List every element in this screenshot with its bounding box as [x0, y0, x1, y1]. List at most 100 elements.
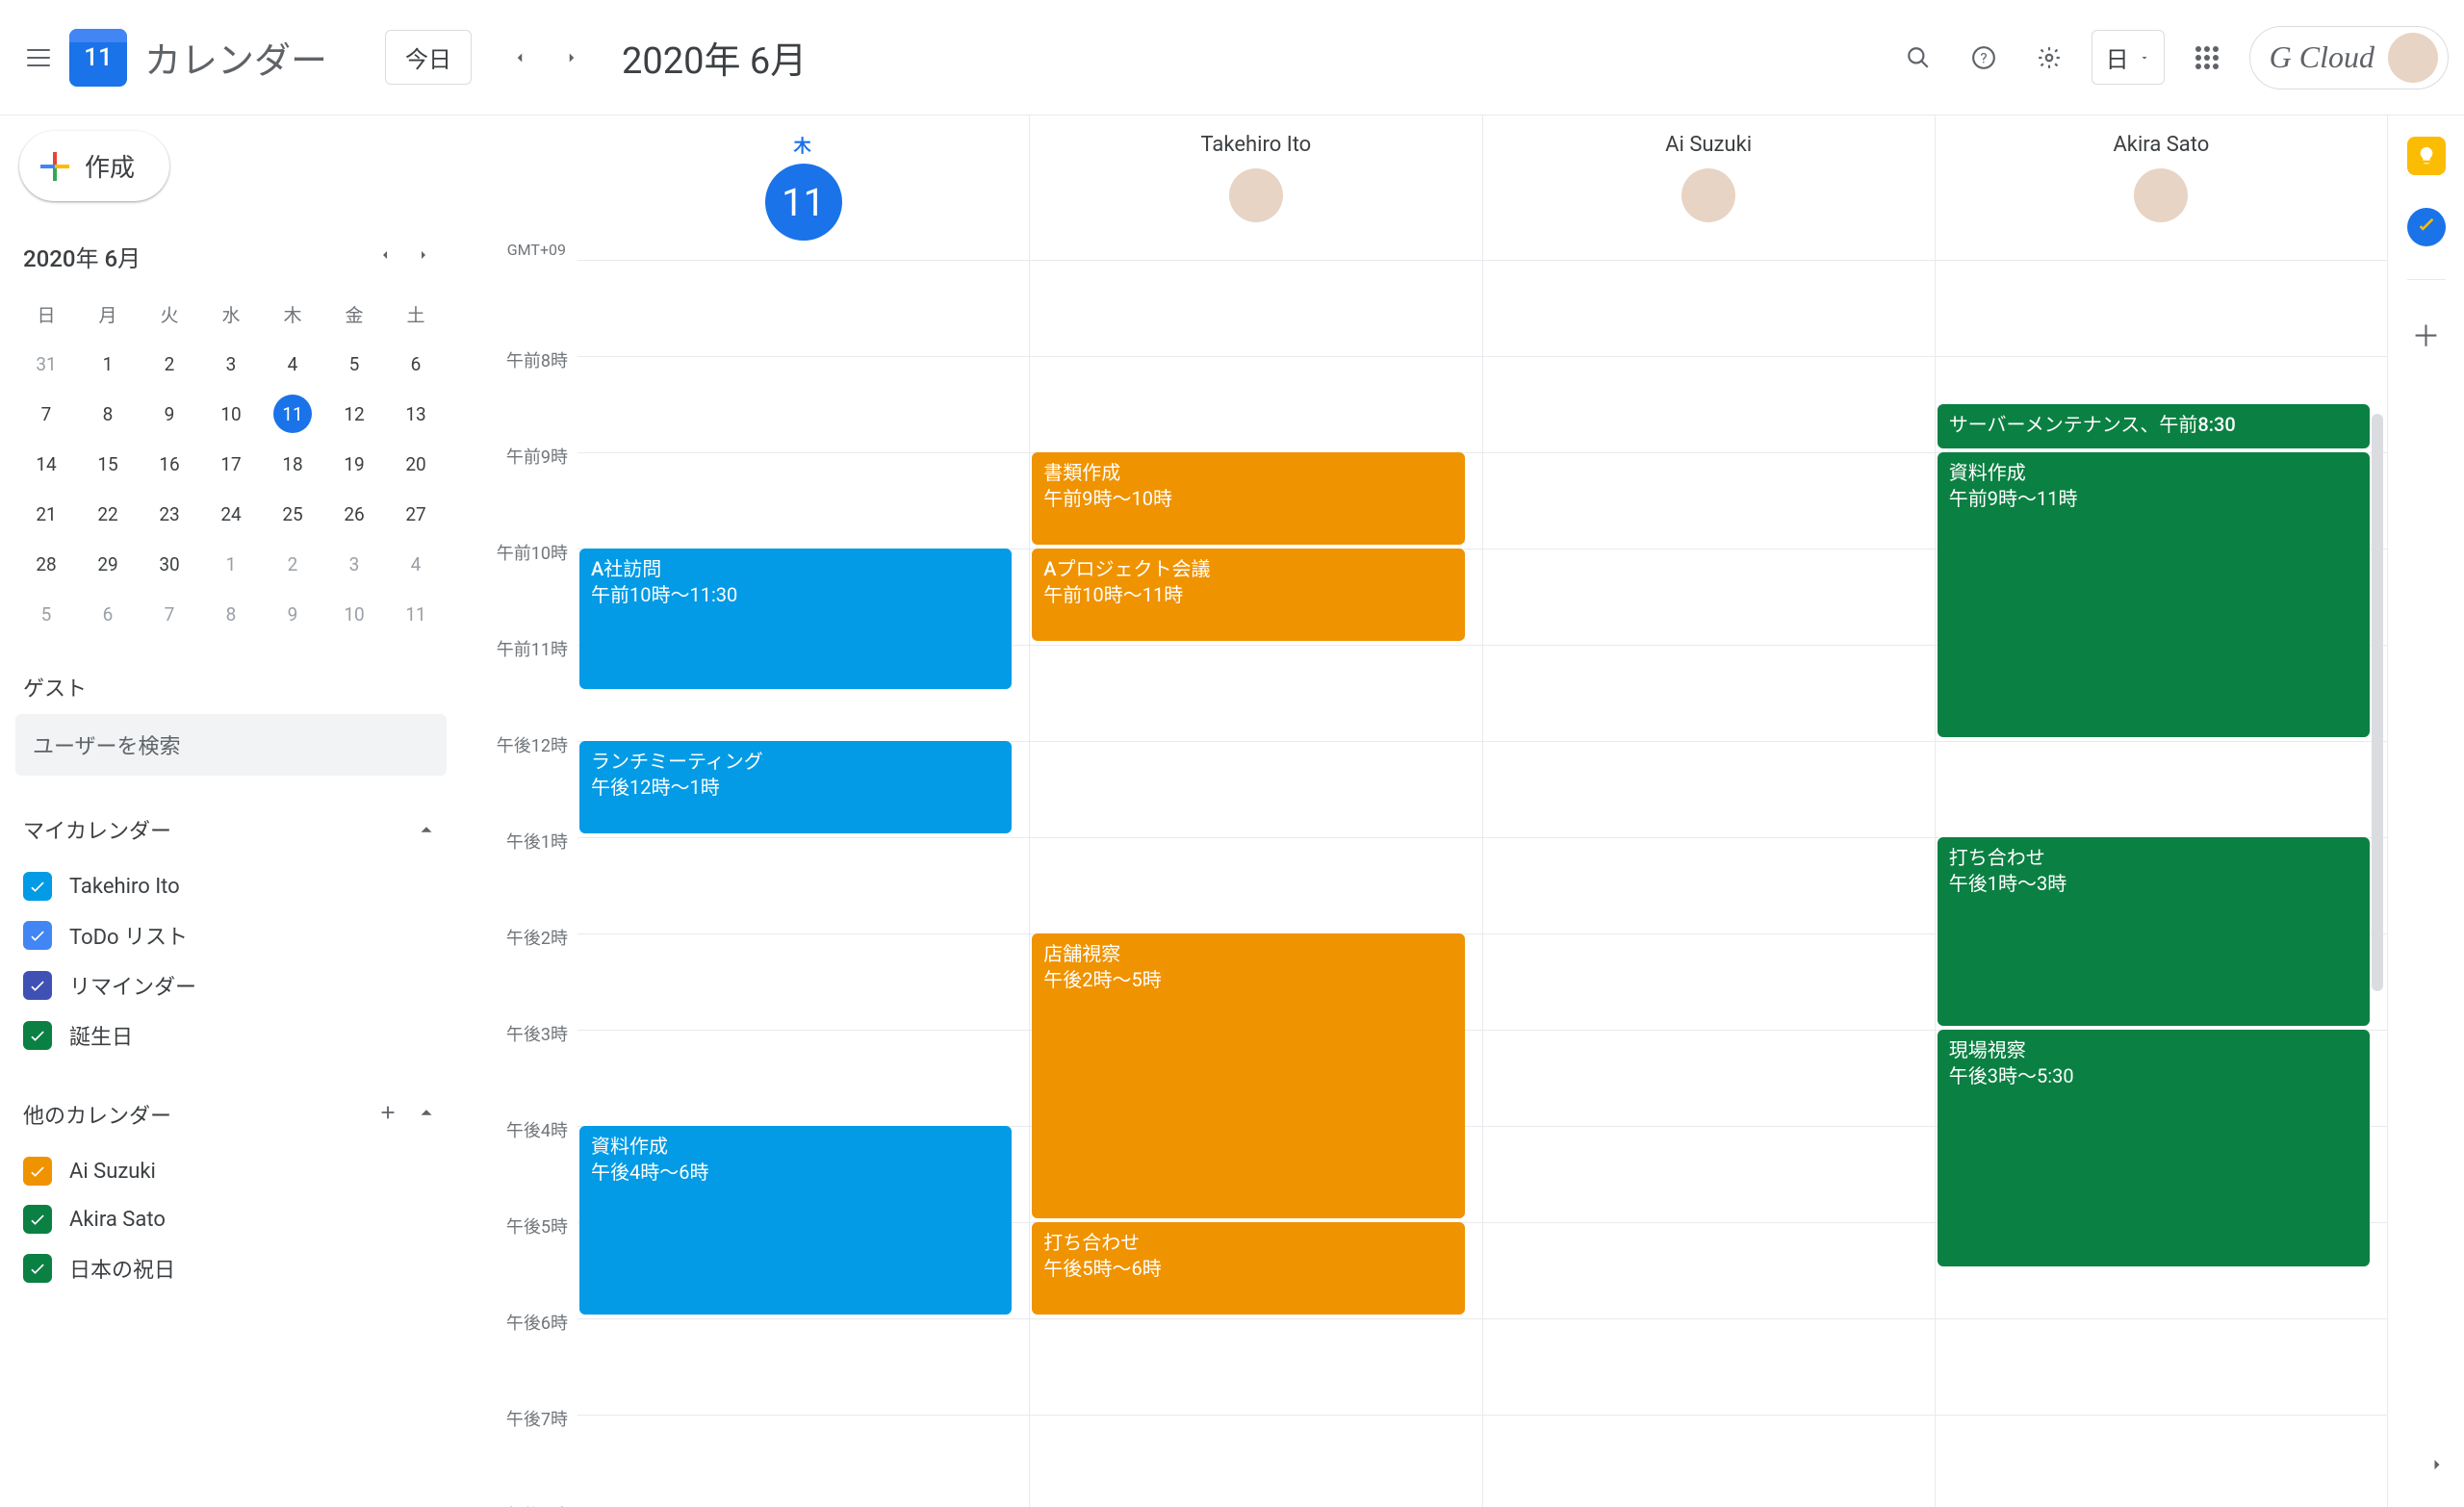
mini-next-button[interactable] — [416, 247, 431, 267]
calendar-event[interactable]: A社訪問午前10時～11:30 — [579, 549, 1012, 689]
mini-day[interactable]: 31 — [15, 339, 77, 389]
calendar-event[interactable]: ランチミーティング午後12時～1時 — [579, 741, 1012, 833]
calendar-checkbox[interactable] — [23, 1205, 52, 1234]
mini-day[interactable]: 9 — [139, 389, 200, 439]
guest-search-input[interactable]: ユーザーを検索 — [15, 714, 447, 776]
calendar-event[interactable]: 書類作成午前9時～10時 — [1032, 452, 1464, 545]
calendar-item[interactable]: Ai Suzuki — [15, 1147, 447, 1195]
mini-day[interactable]: 6 — [77, 589, 139, 639]
calendar-event[interactable]: 打ち合わせ午後5時～6時 — [1032, 1222, 1464, 1315]
calendar-event[interactable]: 資料作成午後4時～6時 — [579, 1126, 1012, 1315]
calendar-event[interactable]: サーバーメンテナンス、午前8:30 — [1938, 404, 2370, 448]
mini-day[interactable]: 1 — [77, 339, 139, 389]
mini-day[interactable]: 5 — [15, 589, 77, 639]
calendar-checkbox[interactable] — [23, 1021, 52, 1050]
mini-day[interactable]: 3 — [323, 539, 385, 589]
my-calendars-toggle[interactable]: マイカレンダー — [15, 814, 447, 845]
calendar-checkbox[interactable] — [23, 1157, 52, 1186]
calendar-item[interactable]: 日本の祝日 — [15, 1243, 447, 1293]
mini-day[interactable]: 1 — [200, 539, 262, 589]
calendar-item[interactable]: ToDo リスト — [15, 910, 447, 960]
account-chip[interactable]: G Cloud — [2249, 26, 2449, 89]
calendar-item[interactable]: リマインダー — [15, 960, 447, 1010]
mini-day[interactable]: 28 — [15, 539, 77, 589]
calendar-event[interactable]: 現場視察午後3時～5:30 — [1938, 1030, 2370, 1266]
tasks-button[interactable] — [2407, 208, 2446, 246]
next-period-button[interactable] — [551, 37, 593, 79]
mini-day[interactable]: 4 — [385, 539, 447, 589]
calendar-checkbox[interactable] — [23, 921, 52, 950]
help-button[interactable]: ? — [1961, 35, 2007, 81]
mini-day[interactable]: 25 — [262, 489, 323, 539]
collapse-panel-button[interactable] — [2427, 1455, 2447, 1478]
mini-day[interactable]: 21 — [15, 489, 77, 539]
mini-day[interactable]: 27 — [385, 489, 447, 539]
today-button[interactable]: 今日 — [385, 30, 472, 85]
keep-button[interactable] — [2407, 137, 2446, 175]
mini-day[interactable]: 30 — [139, 539, 200, 589]
calendar-item[interactable]: 誕生日 — [15, 1010, 447, 1060]
calendar-checkbox[interactable] — [23, 1254, 52, 1283]
add-calendar-button[interactable] — [377, 1102, 398, 1127]
calendar-event[interactable]: 店舗視察午後2時～5時 — [1032, 933, 1464, 1218]
mini-day[interactable]: 11 — [385, 589, 447, 639]
calendar-event[interactable]: 資料作成午前9時～11時 — [1938, 452, 2370, 737]
mini-day[interactable]: 22 — [77, 489, 139, 539]
mini-day[interactable]: 13 — [385, 389, 447, 439]
calendar-event[interactable]: 打ち合わせ午後1時～3時 — [1938, 837, 2370, 1026]
mini-day[interactable]: 18 — [262, 439, 323, 489]
other-calendars-group: 他のカレンダー Ai SuzukiAkira Sato日本の祝日 — [15, 1099, 447, 1293]
mini-day[interactable]: 10 — [200, 389, 262, 439]
mini-day[interactable]: 2 — [262, 539, 323, 589]
addons-button[interactable]: ＋ — [2412, 313, 2441, 355]
settings-button[interactable] — [2026, 35, 2072, 81]
date-nav — [499, 37, 593, 79]
mini-dow: 土 — [385, 289, 447, 339]
prev-period-button[interactable] — [499, 37, 541, 79]
mini-day[interactable]: 4 — [262, 339, 323, 389]
grid-column[interactable] — [1482, 260, 1935, 1507]
calendar-event[interactable]: Aプロジェクト会議午前10時～11時 — [1032, 549, 1464, 641]
mini-day[interactable]: 6 — [385, 339, 447, 389]
mini-day[interactable]: 8 — [200, 589, 262, 639]
calendar-item[interactable]: Akira Sato — [15, 1195, 447, 1243]
mini-day[interactable]: 2 — [139, 339, 200, 389]
grid-column[interactable]: 書類作成午前9時～10時Aプロジェクト会議午前10時～11時店舗視察午後2時～5… — [1029, 260, 1481, 1507]
mini-day[interactable]: 26 — [323, 489, 385, 539]
mini-day[interactable]: 16 — [139, 439, 200, 489]
mini-day[interactable]: 10 — [323, 589, 385, 639]
calendar-checkbox[interactable] — [23, 971, 52, 1000]
mini-day[interactable]: 23 — [139, 489, 200, 539]
other-calendars-toggle[interactable]: 他のカレンダー — [15, 1099, 447, 1130]
mini-prev-button[interactable] — [377, 247, 393, 267]
mini-day[interactable]: 14 — [15, 439, 77, 489]
mini-day[interactable]: 11 — [262, 389, 323, 439]
mini-day[interactable]: 5 — [323, 339, 385, 389]
grid-column[interactable]: サーバーメンテナンス、午前8:30資料作成午前9時～11時打ち合わせ午後1時～3… — [1935, 260, 2387, 1507]
mini-day[interactable]: 17 — [200, 439, 262, 489]
mini-day[interactable]: 29 — [77, 539, 139, 589]
mini-day[interactable]: 8 — [77, 389, 139, 439]
mini-day[interactable]: 20 — [385, 439, 447, 489]
calendar-item[interactable]: Takehiro Ito — [15, 862, 447, 910]
my-calendars-group: マイカレンダー Takehiro ItoToDo リストリマインダー誕生日 — [15, 814, 447, 1060]
mini-day[interactable]: 7 — [15, 389, 77, 439]
create-button[interactable]: 作成 — [19, 131, 169, 201]
search-button[interactable] — [1895, 35, 1941, 81]
mini-day[interactable]: 15 — [77, 439, 139, 489]
mini-day[interactable]: 7 — [139, 589, 200, 639]
mini-day[interactable]: 9 — [262, 589, 323, 639]
day-number[interactable]: 11 — [765, 164, 842, 241]
main-menu-button[interactable] — [15, 35, 62, 81]
calendar-checkbox[interactable] — [23, 872, 52, 901]
scrollbar[interactable] — [2372, 414, 2383, 991]
mini-day[interactable]: 19 — [323, 439, 385, 489]
time-grid[interactable]: 午前8時午前9時午前10時午前11時午後12時午後1時午後2時午後3時午後4時午… — [462, 260, 2387, 1507]
google-apps-button[interactable] — [2184, 35, 2230, 81]
mini-day[interactable]: 24 — [200, 489, 262, 539]
help-icon: ? — [1971, 45, 1996, 70]
view-selector[interactable]: 日 — [2092, 30, 2165, 85]
grid-column[interactable]: A社訪問午前10時～11:30 ランチミーティング午後12時～1時資料作成午後4時… — [578, 260, 1029, 1507]
mini-day[interactable]: 12 — [323, 389, 385, 439]
mini-day[interactable]: 3 — [200, 339, 262, 389]
